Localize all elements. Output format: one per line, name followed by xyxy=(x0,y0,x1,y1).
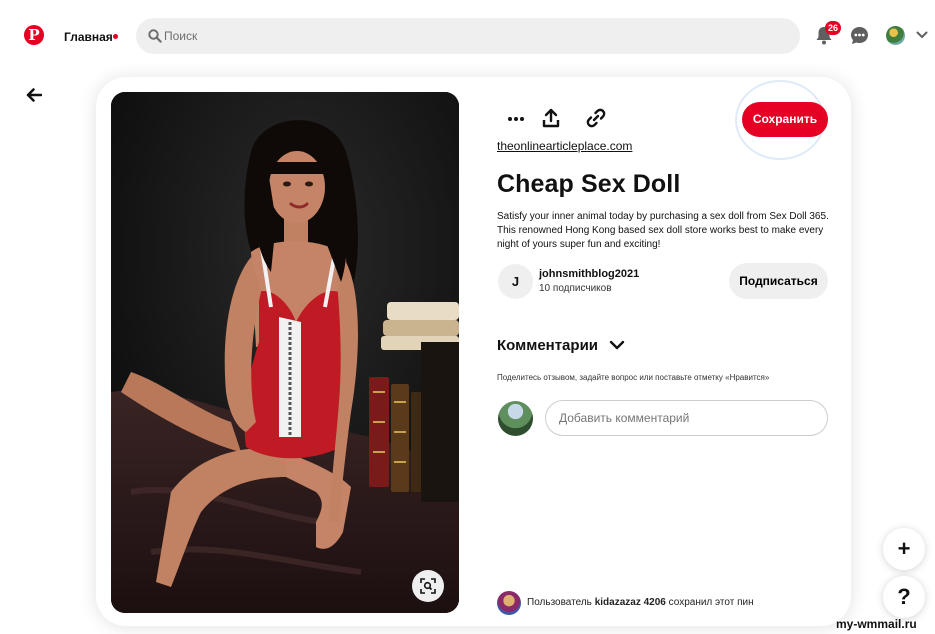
author-name[interactable]: johnsmithblog2021 xyxy=(539,268,639,280)
visual-search-icon xyxy=(420,578,436,594)
comments-hint: Поделитесь отзывом, задайте вопрос или п… xyxy=(497,373,770,382)
pin-image[interactable] xyxy=(111,92,459,613)
visual-search-button[interactable] xyxy=(412,570,444,602)
author-subscribers: 10 подписчиков xyxy=(539,283,612,294)
search-bar[interactable] xyxy=(136,18,800,54)
messages-icon[interactable] xyxy=(850,26,869,45)
saved-by-prefix: Пользователь xyxy=(527,597,592,608)
pin-title: Cheap Sex Doll xyxy=(497,170,681,198)
saved-by-text: Пользователь kidazazaz 4206 сохранил это… xyxy=(527,597,754,608)
chevron-down-icon[interactable] xyxy=(916,30,928,40)
top-bar: P Главная 26 xyxy=(0,0,935,72)
share-icon[interactable] xyxy=(542,108,560,128)
source-link[interactable]: theonlinearticleplace.com xyxy=(497,139,632,153)
profile-avatar[interactable] xyxy=(886,26,905,45)
chevron-down-icon[interactable] xyxy=(609,338,625,352)
pin-photo xyxy=(111,92,459,613)
nav-home-link[interactable]: Главная xyxy=(64,30,113,44)
search-icon xyxy=(148,29,162,43)
current-user-avatar xyxy=(498,401,533,436)
watermark: my-wmmail.ru xyxy=(836,617,917,631)
copy-link-icon[interactable] xyxy=(586,108,606,128)
home-indicator-dot xyxy=(113,34,118,39)
follow-button[interactable]: Подписаться xyxy=(729,263,828,299)
add-button[interactable]: + xyxy=(883,528,925,570)
saved-by-user[interactable]: kidazazaz 4206 xyxy=(595,597,666,608)
notifications-badge: 26 xyxy=(825,21,842,35)
saver-avatar[interactable] xyxy=(497,591,521,615)
comment-input[interactable] xyxy=(545,400,828,436)
back-arrow-icon[interactable] xyxy=(26,88,42,102)
saved-by-suffix: сохранил этот пин xyxy=(668,597,754,608)
pinterest-logo-icon[interactable]: P xyxy=(24,25,44,45)
comments-heading[interactable]: Комментарии xyxy=(497,337,598,354)
search-input[interactable] xyxy=(164,18,764,54)
save-button[interactable]: Сохранить xyxy=(742,102,828,137)
pin-description: Satisfy your inner animal today by purch… xyxy=(497,211,829,250)
more-options-icon[interactable] xyxy=(507,108,525,128)
help-button[interactable]: ? xyxy=(883,576,925,618)
author-avatar[interactable]: J xyxy=(498,264,533,299)
